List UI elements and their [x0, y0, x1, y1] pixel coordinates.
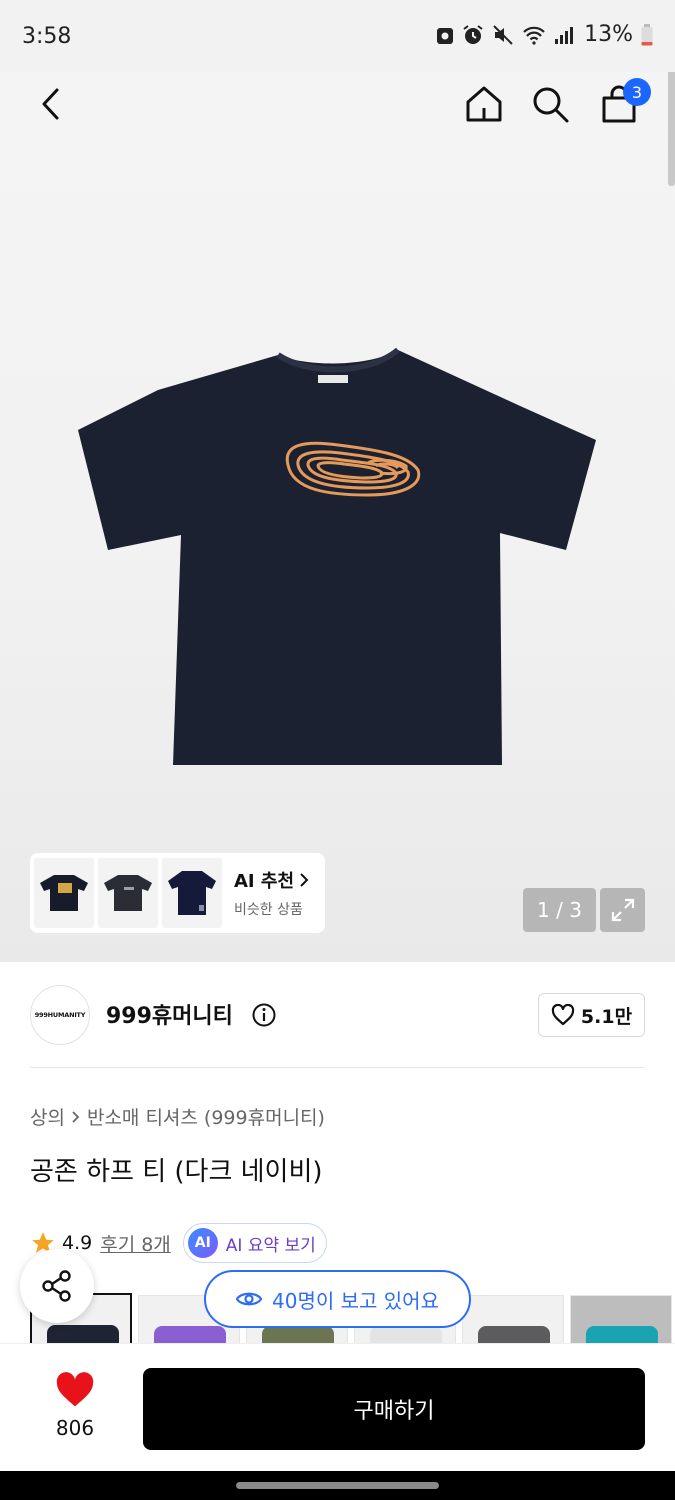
- buy-button[interactable]: 구매하기: [143, 1368, 645, 1450]
- wishlist-button[interactable]: 806: [40, 1372, 110, 1440]
- signal-icon: [555, 26, 574, 44]
- ai-summary-label: AI 요약 보기: [225, 1235, 316, 1256]
- color-swatch[interactable]: [462, 1295, 564, 1348]
- recommend-thumbnail[interactable]: [162, 858, 222, 928]
- divider: [30, 1067, 645, 1068]
- ai-recommend-card[interactable]: AI 추천 비슷한 상품: [30, 853, 325, 933]
- search-icon: [533, 87, 569, 123]
- expand-image-button[interactable]: [600, 888, 645, 932]
- photo-notification-icon: [437, 27, 454, 44]
- status-bar: 3:58 13%: [0, 0, 675, 72]
- system-nav-bar: [0, 1471, 675, 1500]
- back-button[interactable]: [30, 82, 74, 126]
- share-icon: [42, 1270, 71, 1302]
- battery-percent: 13%: [584, 22, 633, 47]
- breadcrumb: 상의 반소매 티셔츠 (999휴머니티): [30, 1103, 325, 1130]
- bottom-action-bar: 806 구매하기: [0, 1343, 675, 1471]
- status-time: 3:58: [22, 24, 72, 49]
- ai-badge-icon: AI: [187, 1228, 218, 1258]
- breadcrumb-category[interactable]: 상의: [30, 1103, 65, 1130]
- ai-recommend-title: AI 추천: [234, 871, 295, 892]
- home-icon: [466, 86, 502, 122]
- home-button[interactable]: [462, 82, 506, 126]
- battery-icon: [641, 23, 653, 45]
- chevron-right-icon: [72, 1110, 80, 1123]
- heart-filled-icon: [56, 1372, 94, 1407]
- product-image[interactable]: [78, 345, 598, 770]
- chevron-right-icon: [300, 873, 309, 887]
- cart-button[interactable]: 3: [597, 78, 651, 126]
- back-arrow-icon: [42, 88, 59, 120]
- brand-name[interactable]: 999휴머니티: [106, 998, 233, 1030]
- wishlist-count: 806: [55, 1416, 95, 1440]
- top-navigation: 3: [0, 72, 675, 136]
- share-button[interactable]: [20, 1249, 94, 1323]
- cart-count-badge: 3: [623, 78, 651, 106]
- home-indicator[interactable]: [236, 1482, 439, 1489]
- search-button[interactable]: [528, 82, 572, 126]
- brand-logo[interactable]: 999HUMANITY: [30, 985, 90, 1045]
- ai-recommend-subtitle: 비슷한 상품: [234, 902, 303, 918]
- color-swatch[interactable]: [570, 1295, 672, 1348]
- breadcrumb-subcategory[interactable]: 반소매 티셔츠 (999휴머니티): [87, 1103, 325, 1130]
- recommend-thumbnail[interactable]: [98, 858, 158, 928]
- eye-icon: [236, 1292, 263, 1306]
- mute-icon: [493, 24, 513, 45]
- product-title: 공존 하프 티 (다크 네이비): [30, 1157, 323, 1187]
- image-page-counter: 1 / 3: [523, 888, 596, 932]
- brand-info-button[interactable]: [252, 1003, 276, 1031]
- recommend-thumbnail[interactable]: [34, 858, 94, 928]
- brand-like-button[interactable]: 5.1만: [538, 993, 645, 1037]
- viewers-text: 40명이 보고 있어요: [272, 1288, 439, 1313]
- heart-outline-icon: [551, 1004, 575, 1026]
- wifi-icon: [523, 26, 545, 45]
- review-link[interactable]: 후기 8개: [100, 1230, 171, 1257]
- alarm-icon: [463, 24, 483, 44]
- ai-summary-button[interactable]: AI AI 요약 보기: [182, 1223, 327, 1263]
- expand-icon: [611, 898, 634, 922]
- product-gallery[interactable]: 3 AI 추천 비슷한 상품 1 / 3: [0, 0, 675, 962]
- info-icon: [252, 1003, 276, 1027]
- viewers-indicator: 40명이 보고 있어요: [204, 1270, 471, 1328]
- brand-like-count: 5.1만: [580, 1005, 633, 1028]
